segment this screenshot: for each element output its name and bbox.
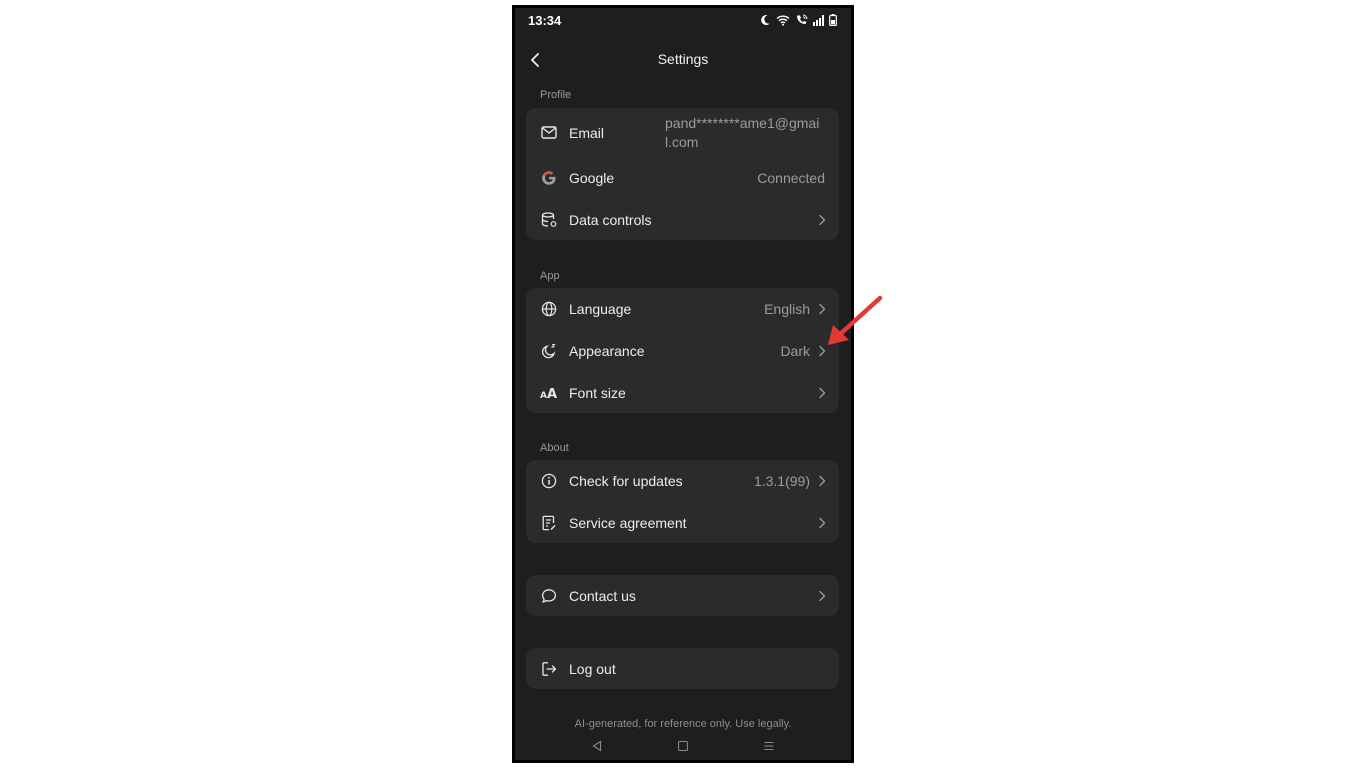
about-card: Check for updates 1.3.1(99) Service agre… xyxy=(526,460,839,543)
service-agreement-row[interactable]: Service agreement xyxy=(526,502,839,544)
data-controls-row[interactable]: Data controls xyxy=(526,199,839,241)
back-triangle-icon[interactable] xyxy=(589,738,605,754)
appearance-row[interactable]: Appearance Dark xyxy=(526,330,839,372)
status-time: 13:34 xyxy=(528,13,562,28)
version-value: 1.3.1(99) xyxy=(753,473,810,489)
database-icon xyxy=(540,211,558,229)
status-bar: 13:34 xyxy=(515,8,851,34)
disclaimer-text: AI-generated, for reference only. Use le… xyxy=(574,718,792,730)
signal-icon xyxy=(813,14,824,26)
chevron-right-icon xyxy=(819,214,826,226)
svg-text:A: A xyxy=(547,387,557,400)
appearance-value: Dark xyxy=(780,343,810,359)
language-row[interactable]: Language English xyxy=(526,288,839,330)
svg-text:A: A xyxy=(540,391,547,400)
contact-card: Contact us xyxy=(526,575,839,616)
logout-icon xyxy=(540,660,558,678)
google-status: Connected xyxy=(757,170,825,186)
profile-card: Email pand********ame1@gmail.com Google … xyxy=(526,108,839,240)
header: Settings xyxy=(515,44,851,76)
document-icon xyxy=(540,514,558,532)
info-icon xyxy=(540,472,558,490)
chevron-right-icon xyxy=(819,590,826,602)
chevron-right-icon xyxy=(819,517,826,529)
font-size-label: Font size xyxy=(569,385,626,401)
moon-sparkle-icon xyxy=(540,342,558,360)
contact-us-label: Contact us xyxy=(569,588,636,604)
battery-icon xyxy=(829,14,837,26)
language-label: Language xyxy=(569,301,632,317)
contact-us-row[interactable]: Contact us xyxy=(526,575,839,616)
email-label: Email xyxy=(569,125,605,141)
chevron-right-icon xyxy=(819,387,826,399)
logout-card: Log out xyxy=(526,648,839,689)
google-icon xyxy=(540,169,558,187)
wifi-call-icon xyxy=(795,14,808,26)
font-size-row[interactable]: AA Font size xyxy=(526,372,839,414)
system-nav-bar xyxy=(515,734,851,758)
language-value: English xyxy=(764,301,810,317)
data-controls-label: Data controls xyxy=(569,212,652,228)
service-agreement-label: Service agreement xyxy=(569,515,687,531)
check-updates-label: Check for updates xyxy=(569,473,683,489)
section-label-profile: Profile xyxy=(540,89,572,101)
moon-icon xyxy=(759,14,771,26)
google-label: Google xyxy=(569,170,615,186)
logout-label: Log out xyxy=(569,661,616,677)
home-square-icon[interactable] xyxy=(675,738,691,754)
recents-menu-icon[interactable] xyxy=(761,738,777,754)
email-value: pand********ame1@gmail.com xyxy=(665,115,820,150)
globe-icon xyxy=(540,300,558,318)
status-icons xyxy=(759,14,837,26)
settings-screen: 13:34 Settings Profile Email pand*******… xyxy=(515,8,851,760)
phone-frame: 13:34 Settings Profile Email pand*******… xyxy=(512,5,854,763)
section-label-about: About xyxy=(540,442,569,454)
font-size-icon: AA xyxy=(540,384,558,402)
google-row[interactable]: Google Connected xyxy=(526,157,839,199)
wifi-icon xyxy=(776,14,790,26)
mail-icon xyxy=(540,123,558,141)
chat-bubble-icon xyxy=(540,587,558,605)
chevron-right-icon xyxy=(819,475,826,487)
annotation-arrow-icon xyxy=(828,295,883,345)
section-label-app: App xyxy=(540,270,560,282)
appearance-label: Appearance xyxy=(569,343,645,359)
email-row[interactable]: Email pand********ame1@gmail.com xyxy=(526,108,839,156)
logout-row[interactable]: Log out xyxy=(526,648,839,689)
page-title: Settings xyxy=(657,51,709,67)
check-updates-row[interactable]: Check for updates 1.3.1(99) xyxy=(526,460,839,502)
app-card: Language English Appearance Dark AA Font… xyxy=(526,288,839,413)
